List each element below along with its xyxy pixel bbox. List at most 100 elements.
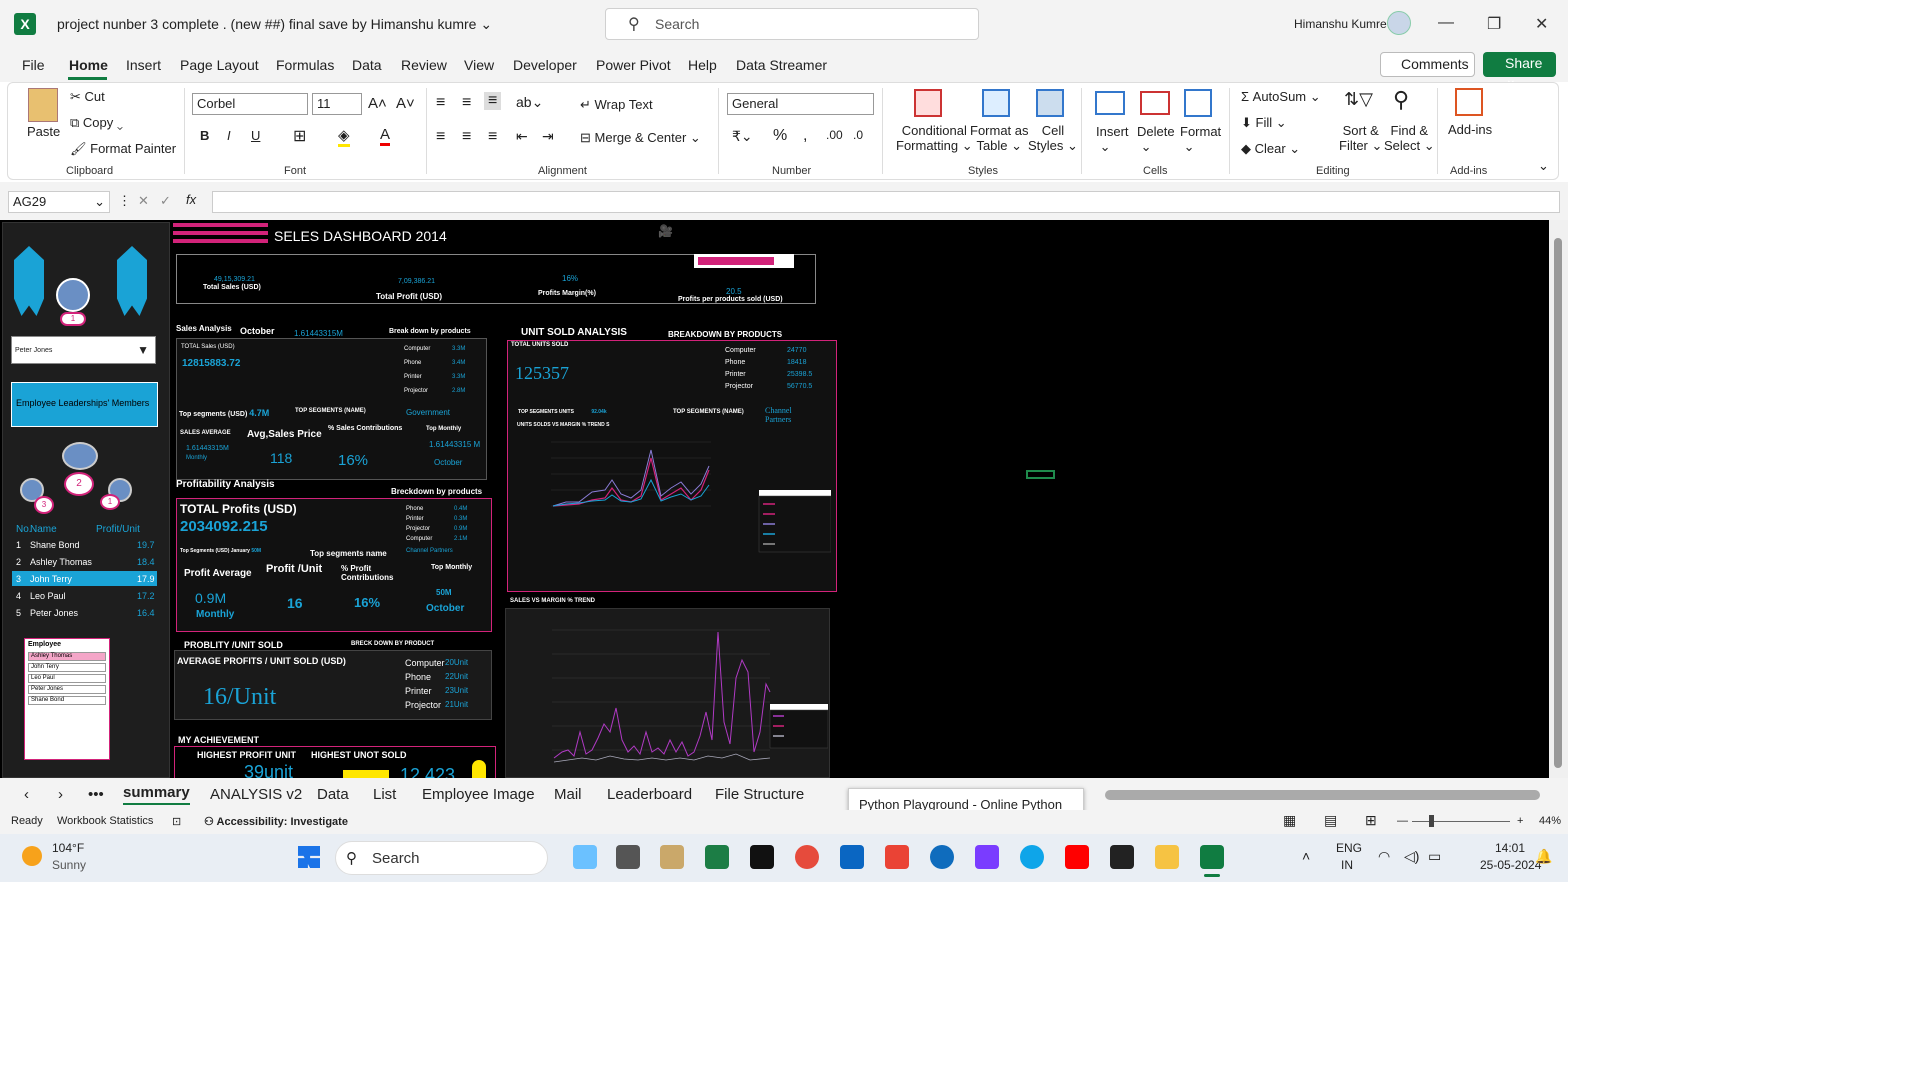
format-as-table-button[interactable]: Format as Table ⌄ (970, 123, 1029, 154)
clock-time[interactable]: 14:01 (1495, 841, 1525, 855)
menu-help[interactable]: Help (688, 57, 717, 73)
paste-icon[interactable] (28, 88, 58, 122)
tab-employee-image[interactable]: Employee Image (422, 786, 535, 803)
tab-summary[interactable]: summary (123, 784, 190, 805)
menu-home[interactable]: Home (69, 57, 108, 73)
app-icon[interactable] (1110, 845, 1134, 869)
document-title[interactable]: project nunber 3 complete . (new ##) fin… (57, 16, 492, 33)
slicer-item[interactable]: Shane Bond (28, 696, 106, 705)
menu-review[interactable]: Review (401, 57, 447, 73)
menu-page-layout[interactable]: Page Layout (180, 57, 259, 73)
linkedin-icon[interactable] (840, 845, 864, 869)
app-icon[interactable] (975, 845, 999, 869)
delete-cells-button[interactable]: Delete ⌄ (1137, 124, 1175, 155)
bold-icon[interactable]: B (200, 128, 209, 143)
workbook-statistics[interactable]: Workbook Statistics (57, 815, 153, 827)
share-button[interactable]: Share ⌄ (1483, 52, 1556, 87)
insert-function-icon[interactable]: fx (186, 192, 196, 207)
align-bottom-icon[interactable]: ≡ (484, 92, 502, 110)
tab-mail[interactable]: Mail (554, 786, 582, 803)
zoom-handle[interactable] (1429, 815, 1434, 827)
enter-icon[interactable]: ✓ (160, 193, 171, 209)
weather-desc[interactable]: Sunny (52, 858, 86, 872)
comma-style-icon[interactable]: , (803, 127, 807, 145)
conditional-formatting-icon[interactable] (914, 89, 942, 117)
align-top-icon[interactable]: ≡ (436, 94, 445, 112)
align-right-icon[interactable]: ≡ (488, 128, 497, 146)
app-icon[interactable] (705, 845, 729, 869)
collapse-ribbon-icon[interactable]: ⌄ (1538, 158, 1549, 174)
insert-cells-icon[interactable] (1095, 91, 1125, 115)
normal-view-icon[interactable]: ▦ (1283, 812, 1296, 829)
conditional-formatting-button[interactable]: Conditional Formatting ⌄ (896, 123, 973, 154)
formula-input[interactable] (212, 191, 1560, 213)
capcut-icon[interactable] (750, 845, 774, 869)
copy-button[interactable]: ⧉ Copy ⌄ (70, 115, 123, 131)
borders-icon[interactable]: ⊞ (293, 126, 306, 146)
decrease-decimal-icon[interactable]: .0 (853, 128, 863, 142)
menu-power-pivot[interactable]: Power Pivot (596, 57, 671, 73)
autosum-button[interactable]: Σ AutoSum ⌄ (1241, 89, 1321, 105)
clock-date[interactable]: 25-05-2024 (1480, 858, 1541, 872)
menu-data-streamer[interactable]: Data Streamer (736, 57, 827, 73)
search-input[interactable]: ⚲ Search (605, 8, 979, 40)
employee-slicer[interactable]: Employee Ashley Thomas John Terry Leo Paul… (24, 638, 110, 760)
accessibility-status[interactable]: ⚇ Accessibility: Investigate (204, 815, 348, 828)
excel-taskbar-icon[interactable] (1200, 845, 1224, 869)
tab-file-structure[interactable]: File Structure (715, 786, 804, 803)
font-name-select[interactable]: Corbel (192, 93, 308, 115)
align-left-icon[interactable]: ≡ (436, 128, 445, 146)
menu-data[interactable]: Data (352, 57, 382, 73)
increase-indent-icon[interactable]: ⇥ (542, 128, 554, 145)
fill-button[interactable]: ⬇ Fill ⌄ (1241, 115, 1287, 131)
find-select-icon[interactable]: ⚲ (1393, 87, 1409, 113)
cancel-icon[interactable]: ✕ (138, 193, 149, 209)
tab-analysis-v2[interactable]: ANALYSIS v2 (210, 786, 302, 803)
task-view-icon[interactable] (616, 845, 640, 869)
zoom-level[interactable]: 44% (1539, 815, 1561, 827)
zoom-slider[interactable] (1412, 821, 1510, 822)
menu-view[interactable]: View (464, 57, 494, 73)
menu-file[interactable]: File (22, 57, 45, 73)
shrink-font-icon[interactable]: A˅ (396, 95, 415, 112)
align-center-icon[interactable]: ≡ (462, 128, 471, 146)
cell-styles-icon[interactable] (1036, 89, 1064, 117)
copilot-icon[interactable] (573, 845, 597, 869)
format-cells-icon[interactable] (1184, 89, 1212, 117)
members-button[interactable]: Employee Leaderships' Members (11, 382, 158, 427)
employee-dropdown[interactable]: Peter Jones ▼ (11, 336, 156, 364)
slicer-item[interactable]: Leo Paul (28, 674, 106, 683)
language-1[interactable]: ENG (1336, 841, 1362, 855)
accounting-format-icon[interactable]: ₹⌄ (732, 128, 753, 145)
sort-filter-button[interactable]: Sort & Filter ⌄ (1339, 123, 1382, 154)
tab-prev-icon[interactable]: ‹ (24, 786, 29, 803)
number-format-select[interactable]: General (727, 93, 874, 115)
restore-icon[interactable]: ❐ (1487, 14, 1501, 34)
notification-icon[interactable]: 🔔 (1535, 848, 1552, 865)
name-box[interactable]: AG29 ⌄ (8, 191, 110, 213)
weather-temp[interactable]: 104°F (52, 841, 84, 855)
tab-more-icon[interactable]: ••• (88, 786, 104, 803)
clear-button[interactable]: ◆ Clear ⌄ (1241, 141, 1300, 157)
tab-list[interactable]: List (373, 786, 396, 803)
orientation-icon[interactable]: ab⌄ (516, 94, 543, 111)
vertical-scrollbar[interactable] (1549, 220, 1568, 778)
menu-developer[interactable]: Developer (513, 57, 577, 73)
zoom-in-icon[interactable]: + (1517, 815, 1523, 827)
delete-cells-icon[interactable] (1140, 91, 1170, 115)
menu-formulas[interactable]: Formulas (276, 57, 334, 73)
cell-styles-button[interactable]: Cell Styles ⌄ (1028, 123, 1078, 154)
wrap-text-button[interactable]: ↵ Wrap Text (580, 97, 653, 113)
app-icon[interactable] (795, 845, 819, 869)
app-icon[interactable] (660, 845, 684, 869)
spreadsheet-grid[interactable]: 1 Peter Jones ▼ Employee Leaderships' Mem… (0, 220, 1549, 778)
edge-icon[interactable] (1020, 845, 1044, 869)
sort-filter-icon[interactable]: ⇅▽ (1344, 89, 1373, 110)
avatar[interactable] (1387, 11, 1411, 35)
comments-button[interactable]: Comments (1380, 52, 1475, 77)
macro-icon[interactable]: ⊡ (172, 815, 181, 828)
increase-decimal-icon[interactable]: .00 (826, 128, 843, 142)
percent-icon[interactable]: % (773, 127, 787, 145)
slicer-item[interactable]: John Terry (28, 663, 106, 672)
fill-color-icon[interactable]: ◈ (338, 126, 350, 147)
